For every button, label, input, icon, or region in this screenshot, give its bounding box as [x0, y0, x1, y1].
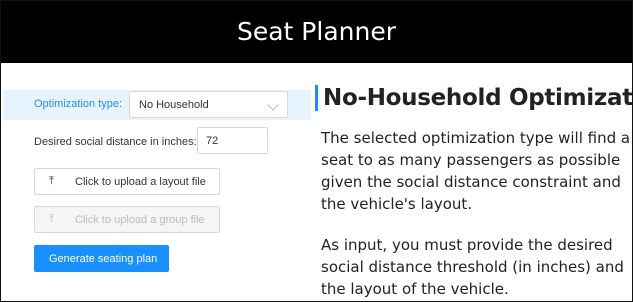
social-distance-input[interactable]: 72 [197, 127, 268, 154]
upload-layout-button[interactable]: ⤒ Click to upload a layout file [34, 168, 220, 195]
optimization-type-label: Optimization type: [34, 98, 123, 110]
app-frame: Seat Planner Optimization type: No House… [0, 0, 633, 302]
upload-icon: ⤒ [49, 213, 54, 225]
description-paragraph-2: As input, you must provide the desired s… [321, 236, 624, 298]
description-panel: No-Household Optimization The selected o… [315, 63, 632, 301]
social-distance-label: Desired social distance in inches: [34, 136, 197, 148]
chevron-down-icon [267, 99, 279, 111]
app-title: Seat Planner [236, 17, 396, 46]
app-header: Seat Planner [1, 1, 632, 63]
upload-icon: ⤒ [49, 175, 54, 187]
optimization-type-value: No Household [139, 99, 209, 111]
optimization-type-row: Optimization type: No Household [3, 90, 311, 120]
description-paragraph-1: The selected optimization type will find… [321, 129, 631, 213]
generate-seating-plan-label: Generate seating plan [49, 253, 158, 265]
settings-panel: Optimization type: No Household Desired … [1, 63, 311, 301]
upload-group-button[interactable]: ⤒ Click to upload a group file [34, 206, 220, 233]
generate-seating-plan-button[interactable]: Generate seating plan [34, 245, 169, 272]
optimization-type-select[interactable]: No Household [129, 91, 288, 118]
upload-group-label: Click to upload a group file [75, 214, 205, 226]
description-heading: No-Household Optimization [315, 85, 632, 111]
upload-layout-label: Click to upload a layout file [75, 176, 206, 188]
